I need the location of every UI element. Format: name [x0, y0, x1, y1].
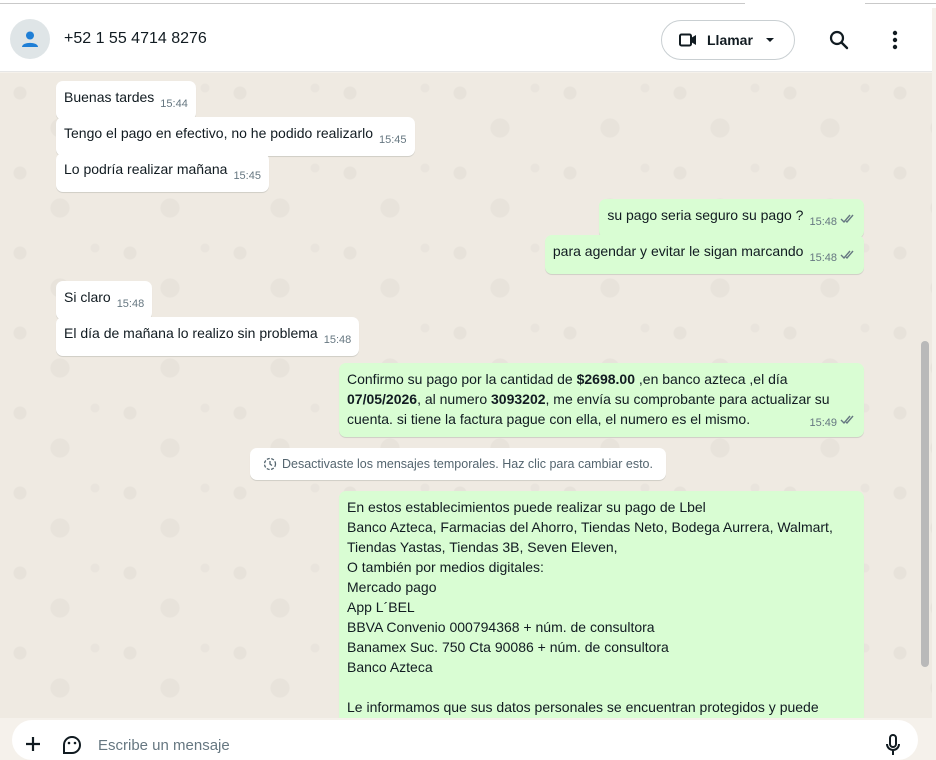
message-outgoing[interactable]: En estos establecimientos puede realizar…	[339, 491, 864, 718]
message-line: Banamex Suc. 750 Cta 90086 + núm. de con…	[347, 639, 669, 655]
message-text: su pago seria seguro su pago ?	[607, 207, 804, 223]
message-outgoing[interactable]: Confirmo su pago por la cantidad de $269…	[339, 363, 864, 437]
message-line: O también por medios digitales:	[347, 559, 544, 575]
message-time: 15:45	[379, 134, 407, 146]
message-line: App L´BEL	[347, 599, 415, 615]
message-time: 15:48	[323, 334, 352, 346]
message-composer	[12, 720, 918, 760]
message-outgoing[interactable]: su pago seria seguro su pago ? 15:48	[599, 199, 864, 238]
message-time: 15:45	[233, 170, 261, 182]
message-time: 15:48	[809, 216, 837, 228]
chevron-down-icon	[765, 38, 774, 42]
message-text: El día de mañana lo realizo sin problema	[64, 325, 318, 341]
message-incoming[interactable]: Buenas tardes 15:44	[56, 81, 196, 120]
more-vertical-icon	[892, 30, 898, 50]
double-check-icon	[840, 250, 854, 260]
message-text: para agendar y evitar le sigan marcando	[552, 243, 804, 259]
message-line: Le informamos que sus datos personales s…	[347, 699, 819, 715]
message-time: 15:44	[160, 98, 188, 110]
microphone-icon[interactable]	[886, 734, 900, 756]
message-line: Banco Azteca	[347, 659, 433, 675]
call-button[interactable]: Llamar	[661, 20, 795, 60]
double-check-icon	[840, 415, 854, 425]
plus-icon[interactable]	[25, 736, 41, 752]
message-line: En estos establecimientos puede realizar…	[347, 499, 706, 515]
sticker-icon[interactable]	[61, 734, 83, 756]
message-line: BBVA Convenio 000794368 + núm. de consul…	[347, 619, 655, 635]
search-button[interactable]	[821, 22, 857, 58]
message-time: 15:48	[809, 252, 837, 264]
notice-text: Desactivaste los mensajes temporales. Ha…	[282, 457, 653, 471]
message-incoming[interactable]: Lo podría realizar mañana 15:45	[56, 153, 269, 192]
message-text: Tengo el pago en efectivo, no he podido …	[64, 125, 373, 141]
message-line: Confirmo su pago por la cantidad de $269…	[347, 371, 788, 387]
message-incoming[interactable]: Si claro 15:48	[56, 281, 153, 320]
message-line: cuenta. si tiene la factura pague con el…	[347, 411, 751, 427]
browser-top-strip	[0, 0, 936, 8]
message-input[interactable]	[96, 734, 856, 756]
video-camera-icon	[679, 33, 696, 47]
message-text: Lo podría realizar mañana	[64, 161, 228, 177]
browser-tab-edge	[0, 0, 745, 4]
avatar-person-icon	[22, 31, 38, 47]
message-incoming[interactable]: Tengo el pago en efectivo, no he podido …	[56, 117, 415, 156]
chat-header: +52 1 55 4714 8276 Llamar	[0, 8, 932, 72]
message-time: 15:49	[809, 417, 837, 429]
call-button-label: Llamar	[707, 32, 753, 48]
message-outgoing[interactable]: para agendar y evitar le sigan marcando 1…	[544, 235, 864, 274]
contact-name[interactable]: +52 1 55 4714 8276	[64, 30, 207, 48]
message-text: Si claro	[64, 289, 111, 305]
avatar[interactable]	[10, 19, 50, 59]
more-options-button[interactable]	[877, 22, 913, 58]
message-line: 07/05/2026, al numero 3093202, me envía …	[347, 391, 830, 407]
message-meta: 15:49	[803, 406, 856, 433]
message-incoming[interactable]: El día de mañana lo realizo sin problema…	[56, 317, 360, 356]
search-icon	[829, 30, 849, 50]
browser-tab-edge	[865, 0, 936, 4]
message-text: Buenas tardes	[64, 89, 155, 105]
double-check-icon	[840, 214, 854, 224]
temporary-messages-notice[interactable]: Desactivaste los mensajes temporales. Ha…	[250, 448, 666, 480]
message-time: 15:48	[116, 298, 145, 310]
message-line: Mercado pago	[347, 579, 437, 595]
message-line: Tiendas Yastas, Tiendas 3B, Seven Eleven…	[347, 539, 618, 555]
message-line: Banco Azteca, Farmacias del Ahorro, Tien…	[347, 519, 833, 535]
message-list[interactable]: Buenas tardes 15:44 Tengo el pago en efec…	[0, 73, 932, 718]
timer-icon	[263, 457, 277, 471]
chat-scrollbar[interactable]	[921, 341, 929, 667]
message-line	[347, 677, 856, 697]
